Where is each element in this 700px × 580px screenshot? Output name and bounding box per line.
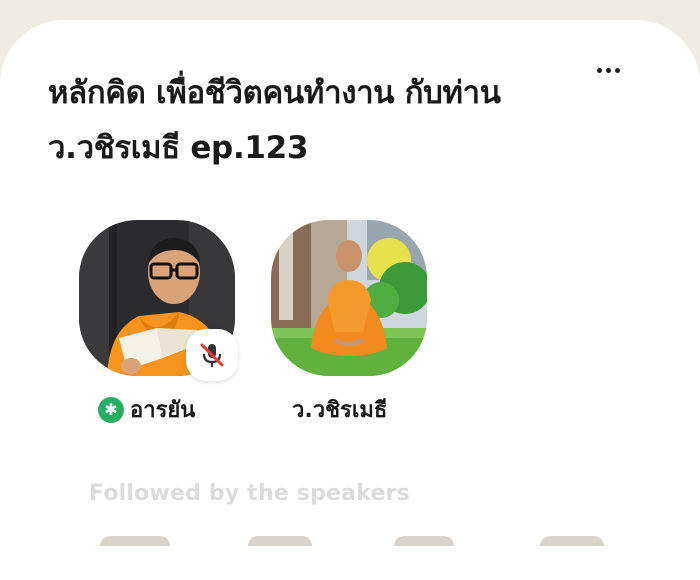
follower-avatar-peek[interactable] [248,536,312,546]
followed-by-speakers-label: Followed by the speakers [89,481,410,506]
mic-off-icon [200,343,224,367]
asterisk-badge-icon: ✱ [98,396,124,423]
speaker-name-row[interactable]: ✱ อารยัน [98,392,195,427]
room-title: หลักคิด เพื่อชีวิตคนทำงาน กับท่าน ว.วชิร… [48,75,501,166]
more-dot [614,67,620,73]
avatar[interactable] [271,220,427,376]
speaker-name: ว.วชิรเมธี [292,398,388,423]
more-dot [605,67,611,73]
follower-avatar-peek[interactable] [100,536,170,546]
speaker-vachiramethi[interactable] [264,220,434,376]
speaker-name-row[interactable]: ว.วชิรเมธี [292,392,387,427]
more-horizontal-icon [596,67,602,73]
speaker-name: อารยัน [130,398,196,423]
follower-avatar-peek[interactable] [394,536,454,546]
follower-avatar-peek[interactable] [540,536,604,546]
mute-status-badge [186,329,238,381]
more-options-button[interactable] [588,58,628,82]
